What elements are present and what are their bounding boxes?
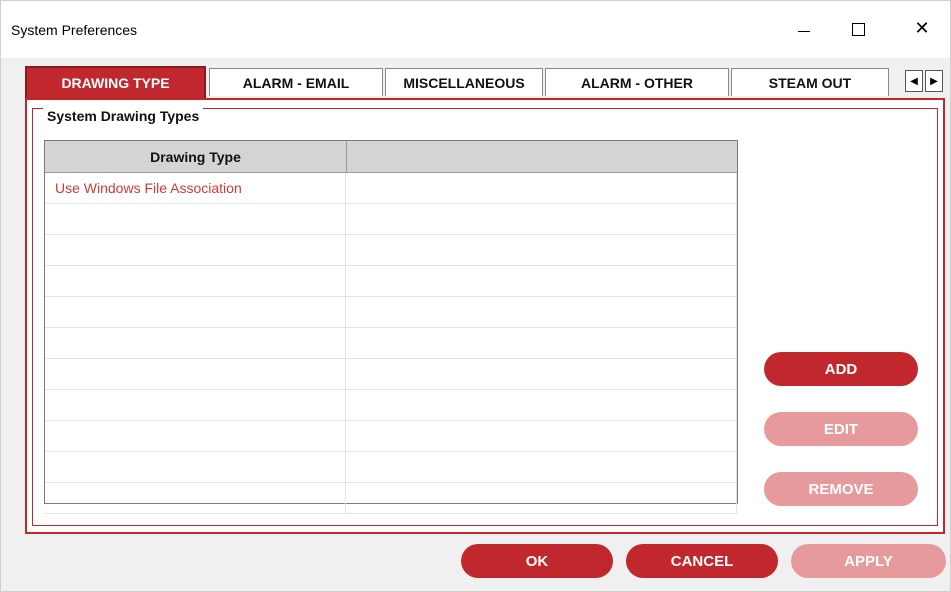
tab-panel: System Drawing Types Drawing Type Use Wi… [25,98,945,534]
remove-button[interactable]: REMOVE [764,472,918,506]
column-header-blank[interactable] [347,141,737,173]
table-cell[interactable] [346,328,737,358]
apply-button[interactable]: APPLY [791,544,946,578]
column-header-drawing-type[interactable]: Drawing Type [45,141,347,173]
tab-alarm-other[interactable]: ALARM - OTHER [545,68,729,96]
group-title: System Drawing Types [43,108,204,124]
arrow-right-icon: ▶ [930,75,938,87]
window-title: System Preferences [11,22,138,38]
add-button[interactable]: ADD [764,352,918,386]
table-cell[interactable]: Use Windows File Association [45,173,346,203]
table-cell[interactable] [346,297,737,327]
table-row[interactable] [45,452,737,483]
table-cell[interactable] [45,235,346,265]
table-row[interactable] [45,204,737,235]
drawing-type-grid[interactable]: Drawing Type Use Windows File Associatio… [44,140,738,514]
maximize-button[interactable] [835,9,881,49]
table-row[interactable]: Use Windows File Association [45,173,737,204]
table-cell[interactable] [346,173,737,203]
table-cell[interactable] [346,235,737,265]
table-row[interactable] [45,235,737,266]
table-cell[interactable] [346,483,737,513]
table-row[interactable] [45,328,737,359]
table-row[interactable] [45,359,737,390]
table-cell[interactable] [346,204,737,234]
tab-drawing-type[interactable]: DRAWING TYPE [25,66,206,98]
tab-steam-out[interactable]: STEAM OUT [731,68,889,96]
close-button[interactable]: ✕ [899,9,945,49]
table-cell[interactable] [45,266,346,296]
close-icon: ✕ [914,18,930,39]
table-cell[interactable] [45,297,346,327]
edit-button[interactable]: EDIT [764,412,918,446]
table-cell[interactable] [346,452,737,482]
minimize-button[interactable] [781,9,827,49]
table-cell[interactable] [45,204,346,234]
table-cell[interactable] [45,421,346,451]
maximize-icon [851,22,865,36]
tab-scroll-right-button[interactable]: ▶ [925,70,943,92]
window-body: DRAWING TYPE ALARM - EMAIL MISCELLANEOUS… [0,58,951,592]
tab-miscellaneous[interactable]: MISCELLANEOUS [385,68,543,96]
table-row[interactable] [45,297,737,328]
table-row[interactable] [45,266,737,297]
tab-alarm-email[interactable]: ALARM - EMAIL [209,68,383,96]
arrow-left-icon: ◀ [910,75,918,87]
minimize-icon [798,30,810,32]
table-cell[interactable] [346,266,737,296]
table-row[interactable] [45,390,737,421]
tab-strip: DRAWING TYPE ALARM - EMAIL MISCELLANEOUS… [25,66,947,100]
table-row[interactable] [45,483,737,514]
table-cell[interactable] [346,421,737,451]
table-cell[interactable] [45,390,346,420]
table-cell[interactable] [45,359,346,389]
table-row[interactable] [45,421,737,452]
table-cell[interactable] [45,328,346,358]
table-cell[interactable] [346,359,737,389]
table-cell[interactable] [346,390,737,420]
title-bar: System Preferences ✕ [0,0,951,59]
grid-header: Drawing Type [45,141,737,173]
cancel-button[interactable]: CANCEL [626,544,778,578]
ok-button[interactable]: OK [461,544,613,578]
table-cell[interactable] [45,452,346,482]
tab-scroll-left-button[interactable]: ◀ [905,70,923,92]
table-cell[interactable] [45,483,346,513]
